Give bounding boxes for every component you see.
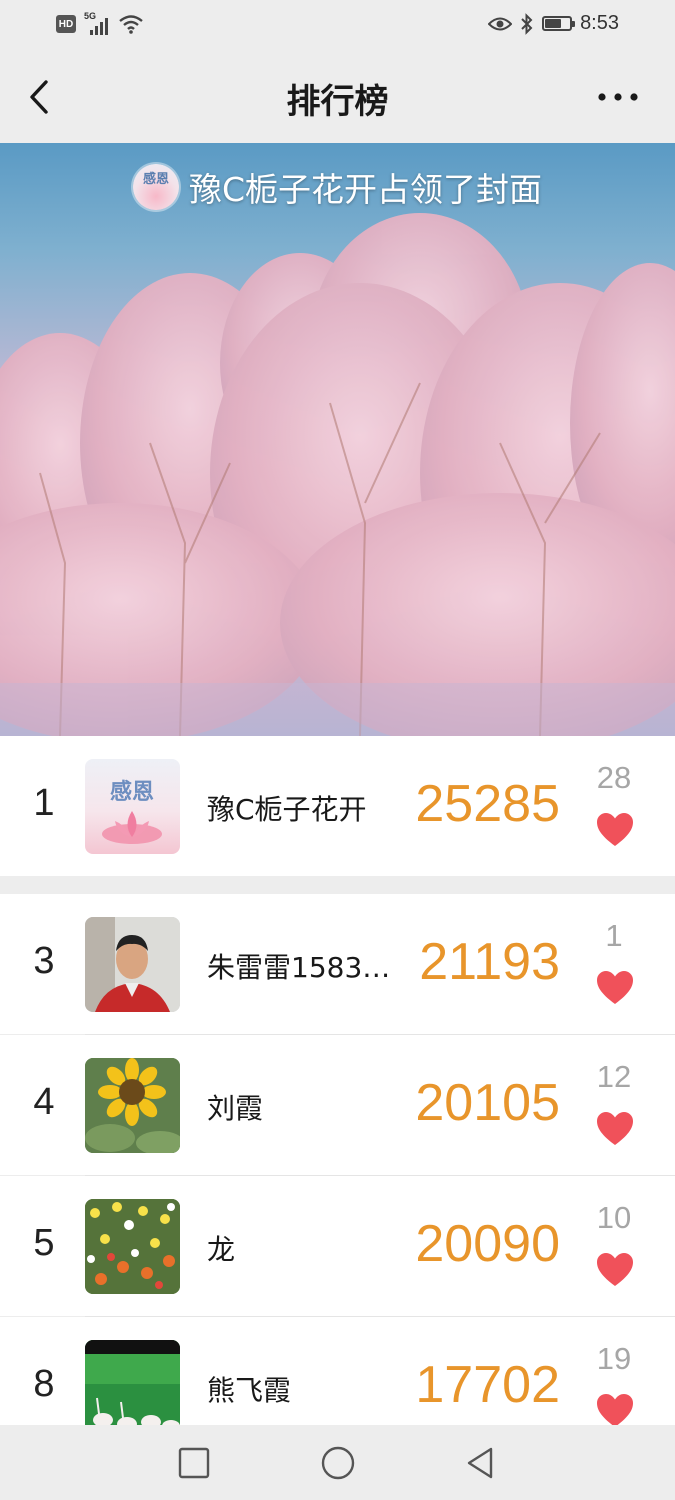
wifi-icon xyxy=(119,15,143,34)
status-bar: HD 5G 8:53 xyxy=(0,0,675,50)
bluetooth-icon xyxy=(521,12,533,35)
hd-badge: HD xyxy=(56,15,76,33)
portrait-avatar[interactable] xyxy=(85,917,180,1012)
cover-avatar[interactable]: 感恩 xyxy=(132,164,179,210)
nav-bar: 排行榜 xyxy=(0,50,675,143)
eye-icon xyxy=(488,17,513,30)
lotus-avatar[interactable]: 感恩 xyxy=(85,759,180,854)
rank-number: 5 xyxy=(33,1222,55,1264)
ranking-row[interactable]: 4 刘霞 20105 12 xyxy=(0,1035,675,1175)
like-count: 10 xyxy=(596,1200,632,1235)
user-name: 豫C栀子花开 xyxy=(207,793,367,826)
like-count: 28 xyxy=(596,760,632,795)
heart-icon[interactable] xyxy=(596,970,634,1006)
frosted-trees-image xyxy=(0,213,675,736)
signal-icon: 5G xyxy=(84,11,110,35)
like-count: 19 xyxy=(596,1341,632,1376)
rank-number: 4 xyxy=(33,1081,55,1123)
clock: 8:53 xyxy=(580,12,619,34)
back-triangle-icon[interactable] xyxy=(461,1443,501,1483)
ranking-row[interactable]: 5 龙 20090 10 xyxy=(0,1176,675,1316)
home-icon[interactable] xyxy=(318,1443,358,1483)
step-count: 21193 xyxy=(419,933,560,991)
cover-image[interactable]: 感恩 豫C栀子花开占领了封面 xyxy=(0,143,675,736)
battery-icon xyxy=(542,16,576,31)
rank-number: 8 xyxy=(33,1363,55,1405)
recent-apps-icon[interactable] xyxy=(174,1443,214,1483)
svg-text:感恩: 感恩 xyxy=(110,779,154,805)
heart-icon[interactable] xyxy=(596,1252,634,1288)
user-name: 熊飞霞 xyxy=(207,1374,292,1407)
heart-icon[interactable] xyxy=(596,1111,634,1147)
step-count: 20105 xyxy=(415,1074,560,1132)
sunflower-avatar[interactable] xyxy=(85,1058,180,1153)
rank-number: 3 xyxy=(33,940,55,982)
my-rank-row[interactable]: 1 感恩 豫C栀子花开 25285 28 xyxy=(0,736,675,876)
flowers-avatar[interactable] xyxy=(85,1199,180,1294)
user-name: 朱雷雷1583… xyxy=(207,951,391,984)
like-count: 12 xyxy=(596,1059,632,1094)
page-title: 排行榜 xyxy=(286,82,389,122)
heart-icon[interactable] xyxy=(596,1393,634,1429)
step-count: 20090 xyxy=(415,1215,560,1273)
cover-caption-text: 豫C栀子花开占领了封面 xyxy=(188,170,543,209)
ranking-row[interactable]: 3 朱雷雷1583… 21193 1 xyxy=(0,894,675,1034)
heart-icon[interactable] xyxy=(596,812,634,848)
cover-caption: 感恩 豫C栀子花开占领了封面 xyxy=(0,163,675,211)
rank-number: 1 xyxy=(33,782,55,824)
step-count: 25285 xyxy=(415,775,560,833)
step-count: 17702 xyxy=(415,1356,560,1414)
flamingo-avatar[interactable] xyxy=(85,1340,180,1435)
user-name: 龙 xyxy=(207,1233,236,1266)
like-count: 1 xyxy=(605,918,623,953)
system-nav-bar xyxy=(0,1425,675,1500)
more-dots-icon[interactable] xyxy=(597,82,639,112)
user-name: 刘霞 xyxy=(207,1092,264,1125)
